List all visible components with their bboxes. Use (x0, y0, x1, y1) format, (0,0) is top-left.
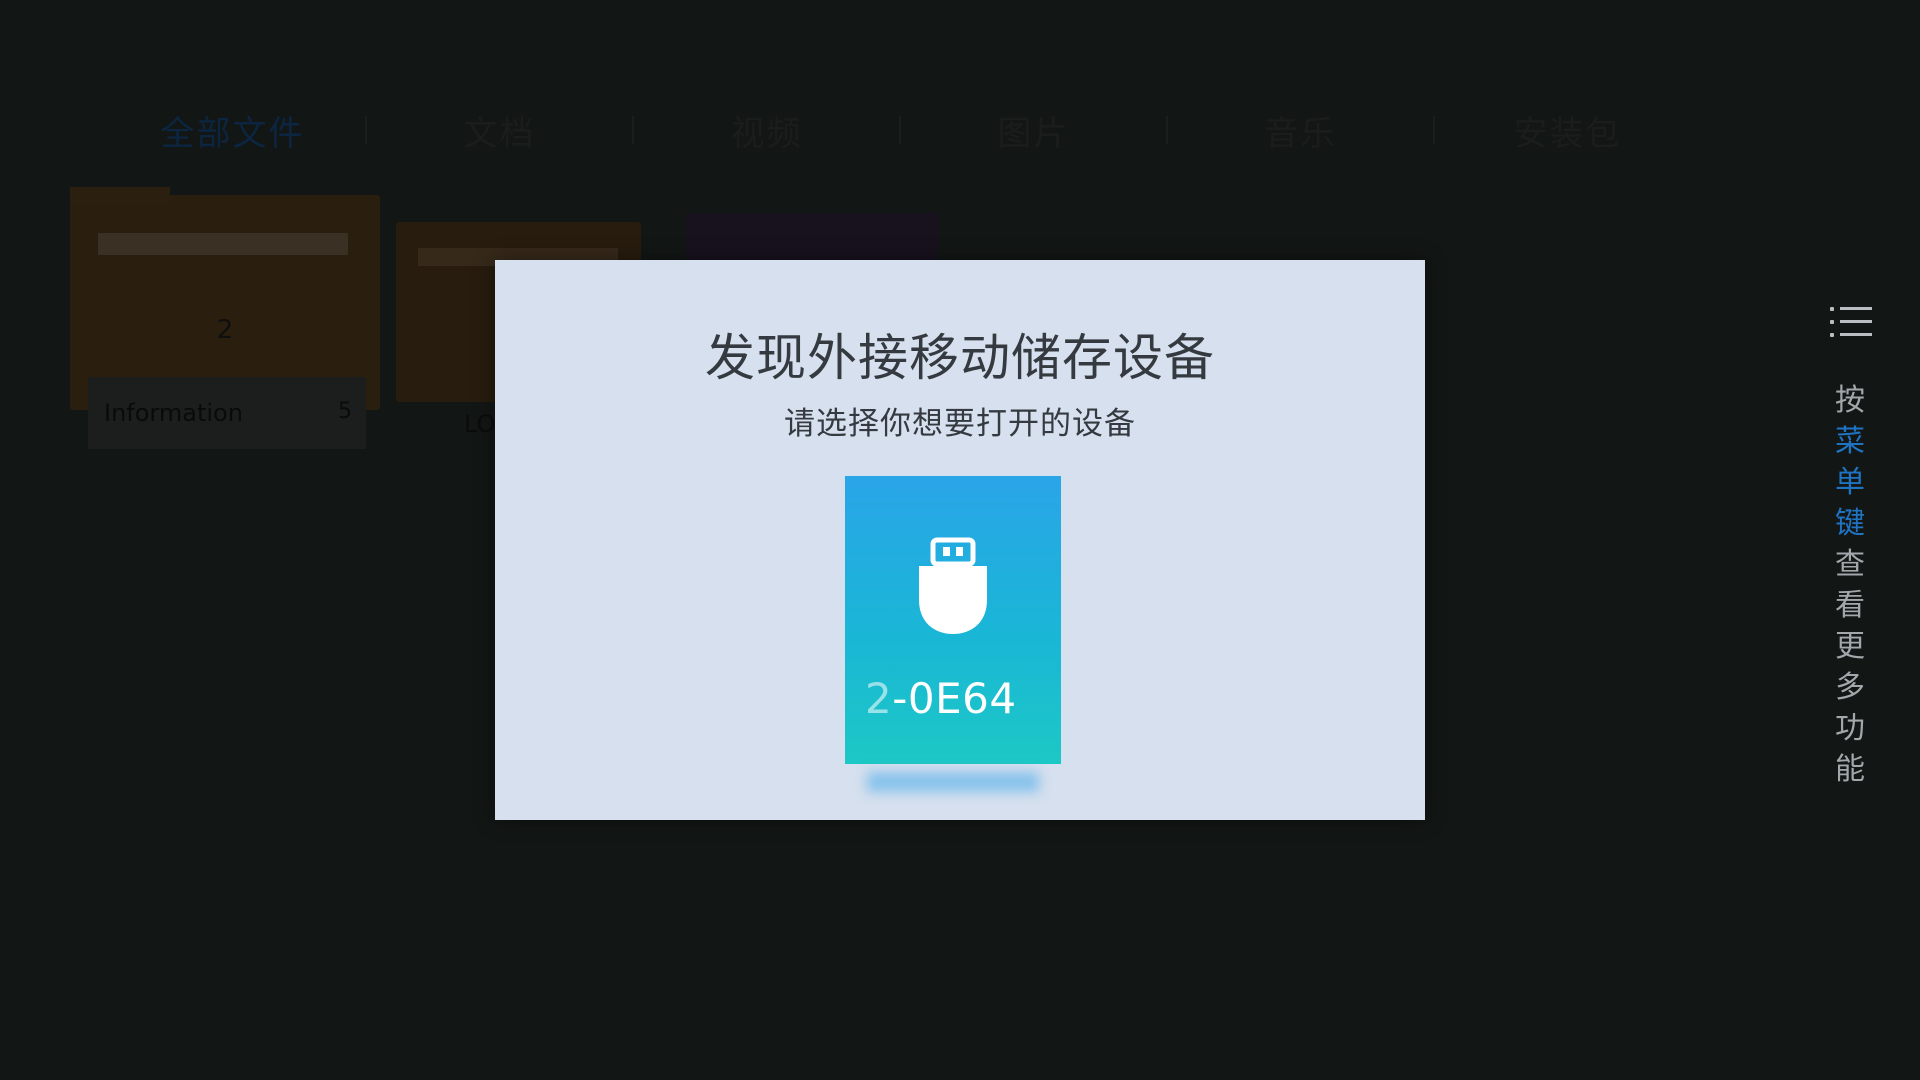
hint-char: 能 (1835, 752, 1865, 787)
card-reflection (867, 772, 1039, 792)
hint-char: 多 (1835, 670, 1865, 705)
hint-char: 查 (1835, 547, 1865, 582)
usb-drive-icon (919, 537, 987, 634)
folder-tile-information[interactable]: 2 Information 5 (70, 187, 380, 449)
hint-char: 更 (1835, 629, 1865, 664)
hint-char-highlight: 单 (1835, 465, 1865, 500)
tab-videos[interactable]: 视频 (634, 106, 899, 155)
hint-char-highlight: 菜 (1835, 424, 1865, 459)
device-name: 2-0E64 (865, 674, 1017, 723)
menu-key-hint: 按 菜 单 键 查 看 更 多 功 能 (1828, 380, 1872, 790)
folder-icon-paper (98, 233, 348, 255)
tab-all-files[interactable]: 全部文件 (100, 106, 365, 155)
hint-char: 功 (1835, 711, 1865, 746)
folder-icon-tab (70, 187, 170, 205)
folder-name: LO (464, 410, 496, 438)
external-storage-dialog: 发现外接移动储存设备 请选择你想要打开的设备 2-0E64 (495, 260, 1425, 820)
tab-images[interactable]: 图片 (901, 106, 1166, 155)
category-tabs: 全部文件 文档 视频 图片 音乐 安装包 (100, 95, 1700, 165)
folder-item-count: 2 (216, 315, 234, 345)
menu-list-icon (1830, 305, 1872, 339)
file-tile[interactable] (686, 213, 938, 261)
folder-name: Information (104, 399, 243, 427)
folder-label-box: Information 5 (88, 377, 366, 449)
folder-side-count: 5 (338, 399, 352, 424)
tab-music[interactable]: 音乐 (1168, 106, 1433, 155)
tab-documents[interactable]: 文档 (367, 106, 632, 155)
dialog-subtitle: 请选择你想要打开的设备 (784, 406, 1136, 442)
dialog-title: 发现外接移动储存设备 (705, 329, 1215, 387)
hint-char-highlight: 键 (1835, 506, 1865, 541)
tab-packages[interactable]: 安装包 (1435, 106, 1700, 155)
hint-char: 按 (1835, 383, 1865, 418)
hint-char: 看 (1835, 588, 1865, 623)
file-manager-screen: 全部文件 文档 视频 图片 音乐 安装包 2 Information 5 LO … (0, 0, 1920, 1080)
storage-device-card[interactable]: 2-0E64 (845, 476, 1061, 792)
